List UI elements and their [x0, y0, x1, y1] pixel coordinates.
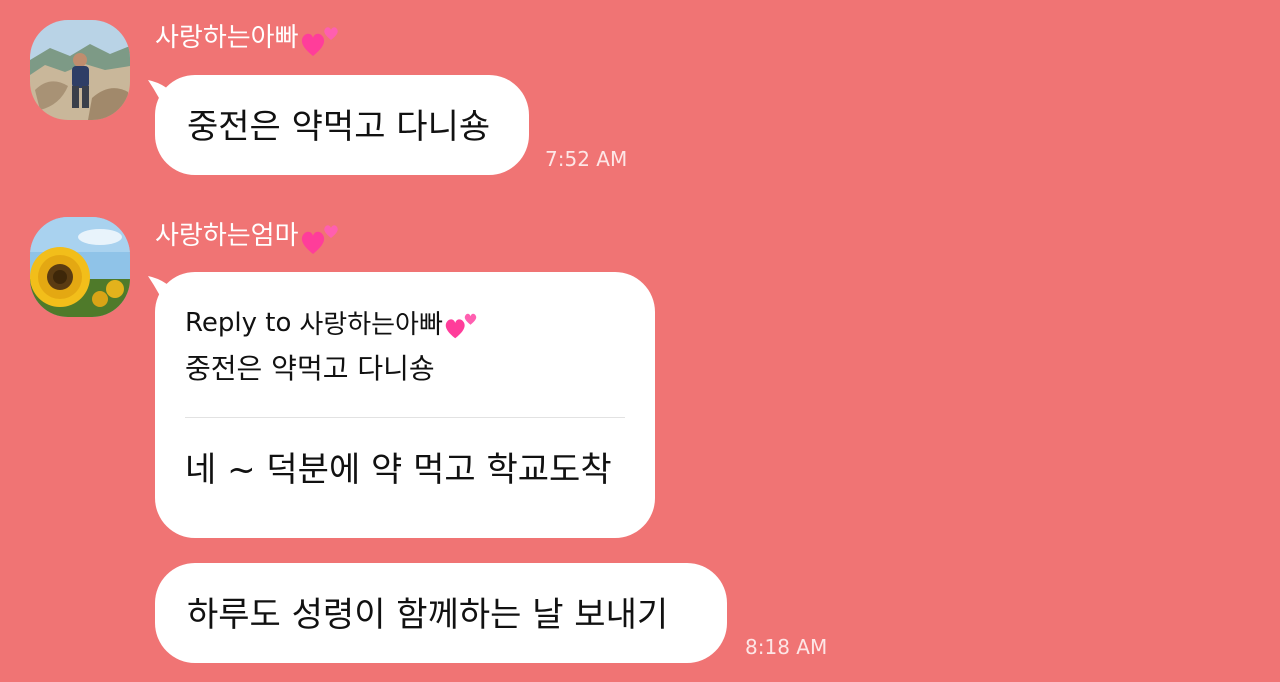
- sender-name-label: 사랑하는아빠: [155, 23, 299, 53]
- sender-name-label: 사랑하는엄마: [155, 221, 299, 251]
- sender-name-dad: 사랑하는아빠: [155, 18, 341, 58]
- message-text: 네 ~ 덕분에 약 먹고 학교도착: [185, 450, 612, 490]
- reply-message-bubble[interactable]: Reply to 사랑하는아빠 중전은 약먹고 다니숑 네 ~ 덕분에 약 먹고…: [155, 272, 655, 538]
- reply-divider: [185, 417, 625, 418]
- avatar-dad[interactable]: [30, 20, 130, 120]
- reply-header[interactable]: Reply to 사랑하는아빠: [185, 304, 625, 341]
- avatar-dad-photo: [30, 20, 130, 120]
- avatar-mom-photo: [30, 217, 130, 317]
- two-hearts-icon: [301, 225, 338, 254]
- message-time: 8:18 AM: [745, 635, 828, 659]
- two-hearts-icon: [301, 27, 338, 56]
- sender-name-mom: 사랑하는엄마: [155, 216, 341, 256]
- avatar-mom[interactable]: [30, 217, 130, 317]
- two-hearts-icon: [445, 313, 477, 338]
- message-text: 하루도 성령이 함께하는 날 보내기: [187, 595, 669, 635]
- reply-to-sender: 사랑하는아빠: [299, 310, 443, 340]
- message-text: 중전은 약먹고 다니숑: [187, 107, 491, 147]
- message-time: 7:52 AM: [545, 147, 628, 171]
- reply-prefix: Reply to: [185, 307, 292, 338]
- reply-quoted-text[interactable]: 중전은 약먹고 다니숑: [185, 347, 625, 387]
- message-bubble[interactable]: 하루도 성령이 함께하는 날 보내기: [155, 563, 727, 663]
- message-bubble[interactable]: 중전은 약먹고 다니숑: [155, 75, 529, 175]
